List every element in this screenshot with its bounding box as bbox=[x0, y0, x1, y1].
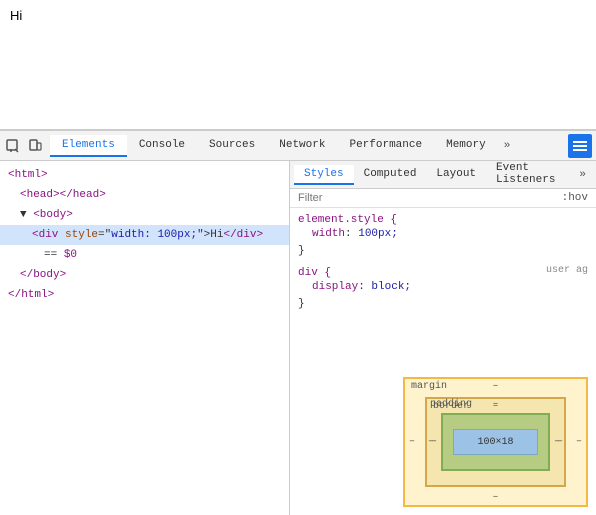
dom-line-html: <html> bbox=[0, 165, 289, 185]
css-selector-div: div { user ag bbox=[298, 265, 588, 279]
devtools-tab-bar: Elements Console Sources Network Perform… bbox=[0, 131, 596, 161]
padding-right: – bbox=[557, 437, 563, 448]
tab-elements[interactable]: Elements bbox=[50, 135, 127, 157]
box-padding-wrapper: padding – – – 100×18 bbox=[425, 397, 566, 487]
dom-panel: <html> <head></head> ▼ <body> <div style… bbox=[0, 161, 290, 515]
filter-input[interactable] bbox=[298, 192, 562, 204]
sub-tab-computed[interactable]: Computed bbox=[354, 165, 427, 185]
margin-left: – bbox=[409, 437, 415, 448]
dom-line-head: <head></head> bbox=[0, 185, 289, 205]
margin-right: – bbox=[576, 437, 582, 448]
devtools-panel: Elements Console Sources Network Perform… bbox=[0, 130, 596, 515]
page-content: Hi bbox=[0, 0, 596, 130]
devtools-body: <html> <head></head> ▼ <body> <div style… bbox=[0, 161, 596, 515]
filter-hov-label[interactable]: :hov bbox=[562, 192, 588, 204]
sub-tab-layout[interactable]: Layout bbox=[426, 165, 486, 185]
css-rules-area: element.style { width: 100px; } div { us… bbox=[290, 208, 596, 369]
tab-console[interactable]: Console bbox=[127, 135, 197, 157]
css-property-display: display: block; bbox=[298, 279, 588, 296]
css-rule-div: div { user ag display: block; } bbox=[298, 265, 588, 310]
tab-memory[interactable]: Memory bbox=[434, 135, 498, 157]
box-model: margin – – – – border – – – bbox=[403, 377, 588, 507]
dom-line-div[interactable]: <div style="width: 100px;">Hi</div> bbox=[0, 225, 289, 245]
dom-line-html-close: </html> bbox=[0, 285, 289, 305]
dom-line-dollar: == $0 bbox=[0, 245, 289, 265]
box-content: 100×18 bbox=[453, 429, 538, 455]
css-close-brace-2: } bbox=[298, 296, 588, 310]
styles-sub-tab-bar: Styles Computed Layout Event Listeners » bbox=[290, 161, 596, 189]
css-selector-element: element.style { bbox=[298, 212, 588, 226]
inspect-icon[interactable] bbox=[4, 137, 22, 155]
css-close-brace-1: } bbox=[298, 243, 588, 257]
padding-label: padding bbox=[430, 399, 472, 410]
css-rule-element-style: element.style { width: 100px; } bbox=[298, 212, 588, 257]
filter-bar: :hov bbox=[290, 189, 596, 208]
tab-performance[interactable]: Performance bbox=[337, 135, 434, 157]
padding-left: – bbox=[428, 437, 434, 448]
box-padding-inner: 100×18 bbox=[441, 413, 550, 471]
box-model-section: margin – – – – border – – – bbox=[290, 369, 596, 515]
sub-tab-event-listeners[interactable]: Event Listeners bbox=[486, 161, 573, 191]
margin-label: margin bbox=[411, 381, 447, 392]
padding-top: – bbox=[492, 399, 498, 410]
content-size: 100×18 bbox=[477, 437, 513, 448]
page-text: Hi bbox=[10, 8, 22, 23]
dom-line-body: ▼ <body> bbox=[0, 205, 289, 225]
tab-sources[interactable]: Sources bbox=[197, 135, 267, 157]
devtools-icons bbox=[4, 137, 44, 155]
css-property-width: width: 100px; bbox=[298, 226, 588, 243]
device-icon[interactable] bbox=[26, 137, 44, 155]
dom-line-body-close: </body> bbox=[0, 265, 289, 285]
margin-top: – bbox=[492, 381, 498, 392]
sub-tab-styles[interactable]: Styles bbox=[294, 165, 354, 185]
tab-overflow[interactable]: » bbox=[498, 136, 517, 156]
styles-panel: Styles Computed Layout Event Listeners »… bbox=[290, 161, 596, 515]
tab-network[interactable]: Network bbox=[267, 135, 337, 157]
margin-bottom: – bbox=[492, 492, 498, 503]
devtools-menu-button[interactable] bbox=[568, 134, 592, 158]
sub-tab-overflow[interactable]: » bbox=[573, 166, 592, 184]
